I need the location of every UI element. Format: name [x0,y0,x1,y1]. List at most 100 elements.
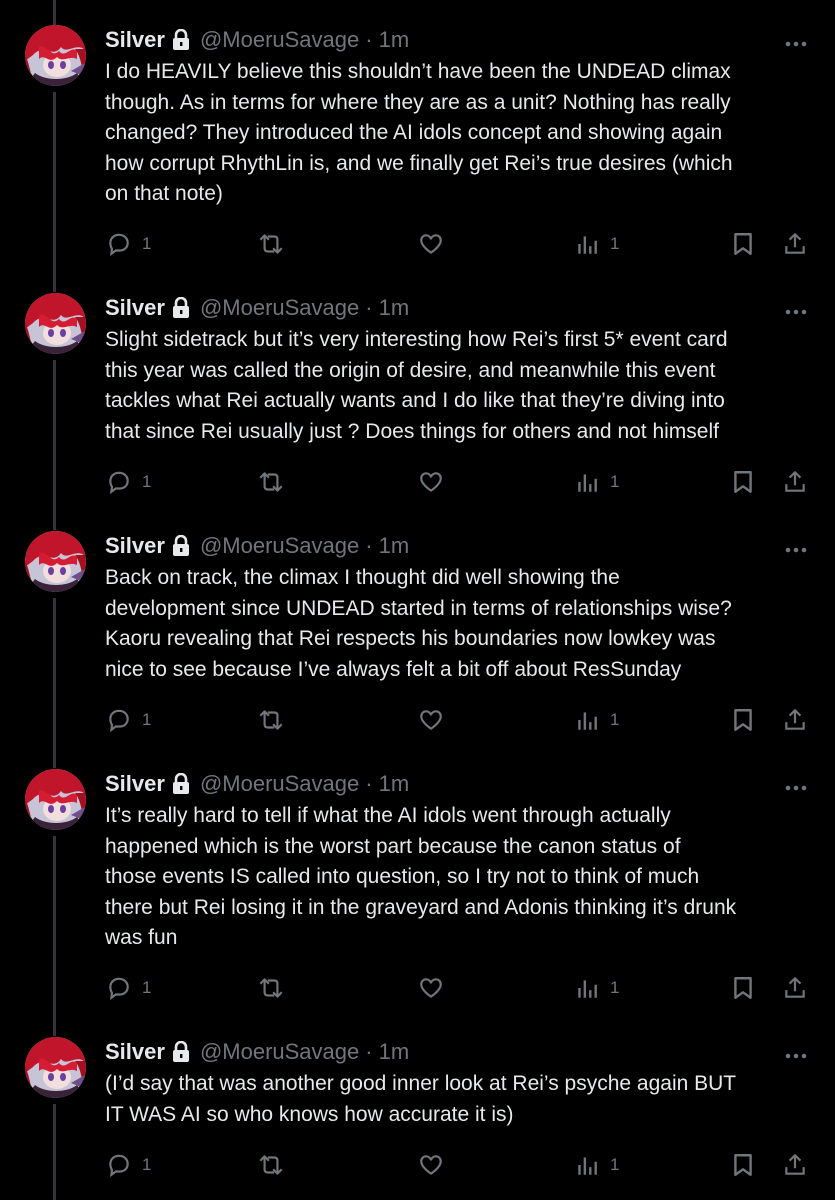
action-bar: 1 1 [0,705,835,735]
tweet[interactable]: Silver @MoeruSavage · 1m It’s really har… [0,769,835,1019]
retweet-icon [259,710,283,730]
bookmark-button[interactable] [731,973,755,1003]
views-count: 1 [610,710,620,729]
views-button[interactable]: 1 [576,705,619,735]
lock-icon [171,772,191,795]
more-icon[interactable] [785,1047,807,1059]
heart-icon [420,710,442,730]
like-button[interactable] [418,467,454,497]
bookmark-button[interactable] [731,467,755,497]
display-name[interactable]: Silver [105,771,165,797]
timestamp[interactable]: 1m [379,295,410,321]
separator-dot: · [365,295,373,320]
retweet-button[interactable] [256,973,296,1003]
share-button[interactable] [782,705,808,735]
tweet-header: Silver @MoeruSavage · 1m [105,25,409,55]
reply-button[interactable]: 1 [106,1150,151,1180]
bookmark-icon [734,709,752,731]
more-icon[interactable] [785,35,807,47]
action-bar: 1 1 [0,1150,835,1180]
views-count: 1 [610,978,620,997]
avatar-image [25,1037,86,1098]
thread-line [53,0,56,26]
display-name[interactable]: Silver [105,295,165,321]
retweet-icon [259,472,283,492]
share-icon [785,233,805,254]
timestamp[interactable]: 1m [379,533,410,559]
views-button[interactable]: 1 [576,229,619,259]
tweet[interactable]: Silver @MoeruSavage · 1m Slight sidetrac… [0,293,835,513]
reply-count: 1 [142,472,152,491]
user-handle[interactable]: @MoeruSavage [200,533,359,559]
bookmark-button[interactable] [731,229,755,259]
like-button[interactable] [418,1150,454,1180]
display-name[interactable]: Silver [105,533,165,559]
avatar[interactable] [25,25,86,86]
views-count: 1 [610,234,620,253]
display-name[interactable]: Silver [105,27,165,53]
share-button[interactable] [782,229,808,259]
reply-button[interactable]: 1 [106,229,151,259]
retweet-button[interactable] [256,229,296,259]
views-button[interactable]: 1 [576,1150,619,1180]
lock-icon [171,1040,191,1063]
tweet[interactable]: Silver @MoeruSavage · 1m (I’d say that w… [0,1037,835,1200]
retweet-button[interactable] [256,1150,296,1180]
retweet-button[interactable] [256,467,296,497]
action-bar: 1 1 [0,467,835,497]
reply-button[interactable]: 1 [106,467,151,497]
bookmark-icon [734,977,752,999]
reply-count: 1 [142,710,152,729]
tweet[interactable]: Silver @MoeruSavage · 1m Back on track, … [0,531,835,751]
bookmark-button[interactable] [731,705,755,735]
avatar[interactable] [25,293,86,354]
avatar[interactable] [25,1037,86,1098]
timestamp[interactable]: 1m [379,771,410,797]
more-icon[interactable] [785,779,807,791]
more-icon[interactable] [785,303,807,315]
views-count: 1 [610,472,620,491]
tweet-header: Silver @MoeruSavage · 1m [105,769,409,799]
avatar-image [25,25,86,86]
user-handle[interactable]: @MoeruSavage [200,771,359,797]
share-button[interactable] [782,973,808,1003]
like-button[interactable] [418,973,454,1003]
reply-icon [109,709,129,733]
more-icon[interactable] [785,541,807,553]
user-handle[interactable]: @MoeruSavage [200,295,359,321]
share-button[interactable] [782,467,808,497]
avatar[interactable] [25,769,86,830]
separator-dot: · [365,771,373,796]
retweet-button[interactable] [256,705,296,735]
avatar-image [25,769,86,830]
user-handle[interactable]: @MoeruSavage [200,1039,359,1065]
like-button[interactable] [418,705,454,735]
retweet-icon [259,1155,283,1175]
timestamp[interactable]: 1m [379,1039,410,1065]
separator-dot: · [365,533,373,558]
reply-button[interactable]: 1 [106,705,151,735]
views-icon [578,474,597,492]
share-button[interactable] [782,1150,808,1180]
avatar[interactable] [25,531,86,592]
views-button[interactable]: 1 [576,467,619,497]
reply-icon [109,977,129,1001]
user-handle[interactable]: @MoeruSavage [200,27,359,53]
timestamp[interactable]: 1m [379,27,410,53]
views-button[interactable]: 1 [576,973,619,1003]
bookmark-icon [734,471,752,493]
like-button[interactable] [418,229,454,259]
views-icon [578,980,597,998]
share-icon [785,1154,805,1175]
avatar-image [25,531,86,592]
separator-dot: · [365,1039,373,1064]
tweet[interactable]: Silver @MoeruSavage · 1m I do HEAVILY be… [0,25,835,275]
reply-button[interactable]: 1 [106,973,151,1003]
action-bar: 1 1 [0,973,835,1003]
bookmark-button[interactable] [731,1150,755,1180]
display-name[interactable]: Silver [105,1039,165,1065]
reply-icon [109,233,129,257]
reply-count: 1 [142,978,152,997]
tweet-text: (I’d say that was another good inner loo… [105,1072,737,1126]
reply-count: 1 [142,234,152,253]
